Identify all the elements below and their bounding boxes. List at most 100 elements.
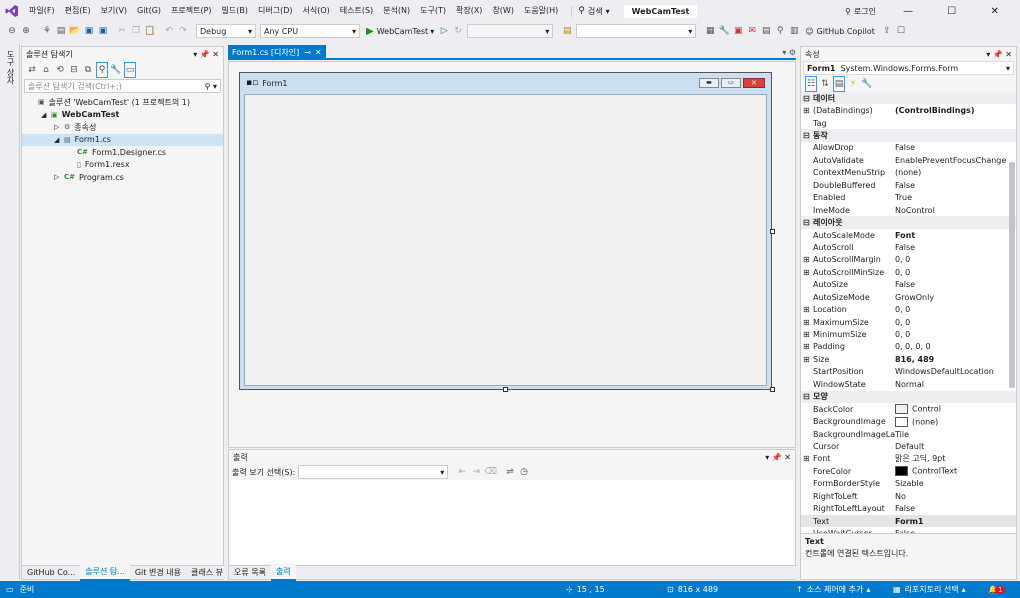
cut-icon[interactable]: ✂	[116, 23, 128, 39]
property-row[interactable]: ⊞ MinimumSize 0, 0	[801, 328, 1016, 340]
solution-explorer-icon[interactable]: ▦	[704, 23, 716, 39]
menu-item-9[interactable]: 분석(N)	[378, 0, 415, 22]
property-row[interactable]: Tag	[801, 117, 1016, 129]
wrench-icon[interactable]: 🔧	[718, 23, 730, 39]
property-value[interactable]: Control	[895, 404, 1016, 415]
close-button[interactable]: ✕	[990, 6, 998, 17]
layout-icon[interactable]: ▥	[788, 23, 800, 39]
property-row[interactable]: ⊞ MaximumSize 0, 0	[801, 316, 1016, 328]
menu-item-5[interactable]: 빌드(B)	[217, 0, 253, 22]
pin-icon[interactable]: 📌	[772, 453, 782, 462]
paste-icon[interactable]: 📋	[144, 23, 156, 39]
form-client-area[interactable]	[244, 94, 767, 386]
property-value[interactable]: EnablePreventFocusChange	[895, 156, 1016, 165]
sync-icon[interactable]: ⇄	[26, 62, 38, 78]
property-category[interactable]: ⊟ 동작	[801, 129, 1016, 142]
resize-handle-right[interactable]	[770, 229, 775, 234]
property-value[interactable]: No	[895, 492, 1016, 501]
property-row[interactable]: ContextMenuStrip (none)	[801, 167, 1016, 179]
property-row[interactable]: DoubleBuffered False	[801, 179, 1016, 191]
find-combo[interactable]: ▾	[576, 24, 697, 38]
collapse-icon[interactable]: ⊟	[801, 392, 813, 401]
property-value[interactable]: Default	[895, 442, 1016, 451]
hot-reload-icon[interactable]: ↻	[452, 23, 464, 39]
property-value[interactable]: (none)	[895, 416, 1016, 427]
word-wrap-icon[interactable]: ⇌	[504, 464, 516, 480]
property-row[interactable]: RightToLeft No	[801, 490, 1016, 502]
expand-icon[interactable]: ⊞	[801, 318, 813, 327]
expander-icon[interactable]: ▷	[54, 123, 64, 131]
tree-item[interactable]: ▷ C# Program.cs	[22, 171, 223, 184]
redo-icon[interactable]: ↷	[177, 23, 189, 39]
menu-item-1[interactable]: 편집(E)	[60, 0, 96, 22]
show-all-files-icon[interactable]: ⧉	[82, 62, 94, 78]
minimize-button[interactable]: —	[903, 6, 913, 17]
property-value[interactable]: WindowsDefaultLocation	[895, 367, 1016, 376]
property-row[interactable]: UseWaitCursorFalse	[801, 527, 1016, 533]
property-value[interactable]: Form1	[895, 517, 1016, 526]
menu-item-7[interactable]: 서식(O)	[298, 0, 335, 22]
toolbox-icon[interactable]: ▣	[732, 23, 744, 39]
team-icon[interactable]: ⚲	[774, 23, 786, 39]
expand-icon[interactable]: ⊞	[801, 305, 813, 314]
output-source-select[interactable]: ▾	[298, 465, 449, 479]
settings-icon[interactable]: ⚙	[789, 48, 796, 57]
property-row[interactable]: WindowState Normal	[801, 378, 1016, 390]
tab-form1-design[interactable]: Form1.cs [디자인] ⊸ ✕	[228, 45, 326, 59]
new-project-icon[interactable]: ⚘	[41, 23, 53, 39]
copilot-button[interactable]: ☺ GitHub Copilot	[805, 27, 875, 36]
property-row[interactable]: ⊞ Size 816, 489	[801, 353, 1016, 365]
tree-item[interactable]: ◢ ▤ Form1.cs	[22, 133, 223, 146]
close-icon[interactable]: ✕	[212, 50, 219, 59]
next-message-icon[interactable]: ⇥	[470, 464, 482, 480]
menu-item-3[interactable]: Git(G)	[132, 0, 166, 22]
property-value[interactable]: 0, 0	[895, 318, 1016, 327]
pin-icon[interactable]: 📌	[993, 50, 1003, 59]
property-value[interactable]: False	[895, 504, 1016, 513]
property-value[interactable]: 0, 0	[895, 268, 1016, 277]
property-value[interactable]: 0, 0	[895, 330, 1016, 339]
feedback-icon[interactable]: ☐	[895, 23, 907, 39]
property-value[interactable]: NoControl	[895, 206, 1016, 215]
alphabetical-icon[interactable]: ⇅	[819, 76, 831, 92]
filter-icon[interactable]: ⚲	[96, 62, 108, 78]
property-value[interactable]: Font	[895, 231, 1016, 240]
select-repository[interactable]: ▦ 리포지토리 선택 ▴	[893, 584, 966, 595]
property-row[interactable]: BackgroundImage (none)	[801, 415, 1016, 427]
property-value[interactable]: (none)	[895, 168, 1016, 177]
bottom-tab-0[interactable]: GitHub Co...	[22, 566, 80, 580]
menu-item-6[interactable]: 디버그(D)	[253, 0, 297, 22]
close-icon[interactable]: ✕	[1005, 50, 1012, 59]
property-row[interactable]: RightToLeftLayout False	[801, 502, 1016, 514]
collapse-icon[interactable]: ⊟	[801, 218, 813, 227]
expander-icon[interactable]: ◢	[41, 111, 51, 119]
property-value[interactable]: False	[895, 529, 1016, 533]
menu-item-13[interactable]: 도움말(H)	[519, 0, 563, 22]
object-selector[interactable]: Form1 System.Windows.Forms.Form ▾	[803, 61, 1014, 75]
notifications-button[interactable]: 🔔 1	[988, 585, 1006, 594]
collapse-icon[interactable]: ⊟	[801, 94, 813, 103]
property-row[interactable]: ForeColor ControlText	[801, 465, 1016, 477]
save-all-icon[interactable]: ▣	[97, 23, 109, 39]
bottom-tab-3[interactable]: 클래스 뷰	[186, 566, 228, 580]
copy-icon[interactable]: ❐	[130, 23, 142, 39]
dropdown-icon[interactable]: ▾	[765, 453, 769, 462]
expand-icon[interactable]: ⊞	[801, 342, 813, 351]
maximize-button[interactable]: ☐	[947, 6, 956, 17]
property-value[interactable]: True	[895, 193, 1016, 202]
vs-logo-icon[interactable]	[0, 0, 24, 22]
properties-view-icon[interactable]: ▤	[833, 75, 845, 92]
close-icon[interactable]: ✕	[784, 453, 791, 462]
property-row[interactable]: ⊞ Padding 0, 0, 0, 0	[801, 341, 1016, 353]
property-row[interactable]: AllowDrop False	[801, 142, 1016, 154]
property-value[interactable]: (ControlBindings)	[895, 106, 1016, 115]
forward-icon[interactable]: ⊕	[20, 23, 32, 39]
back-icon[interactable]: ⊖	[6, 23, 18, 39]
collapse-icon[interactable]: ⊟	[801, 131, 813, 140]
new-item-icon[interactable]: ▤	[55, 23, 67, 39]
start-without-debug-icon[interactable]: ▷	[438, 23, 450, 39]
property-row[interactable]: AutoSizeMode GrowOnly	[801, 291, 1016, 303]
designed-form[interactable]: ▪▫ Form1 ▬ ▭ ✕	[239, 72, 772, 390]
expand-icon[interactable]: ⊞	[801, 268, 813, 277]
property-value[interactable]: 0, 0	[895, 305, 1016, 314]
